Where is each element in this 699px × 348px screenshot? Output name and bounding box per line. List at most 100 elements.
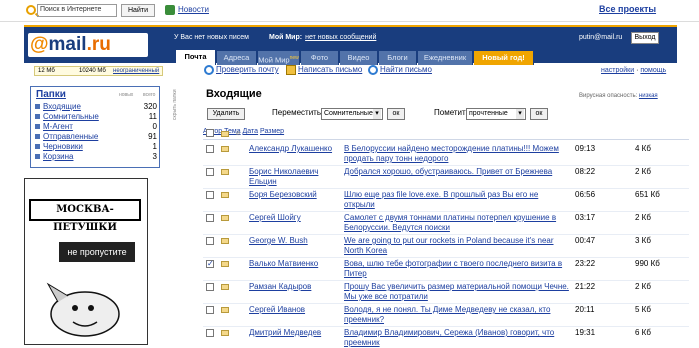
help-link[interactable]: помощь bbox=[640, 67, 666, 74]
row-author[interactable]: George W. Bush bbox=[249, 236, 308, 245]
folder-drafts[interactable]: Черновики 1 bbox=[35, 142, 159, 152]
row-divider bbox=[203, 280, 689, 281]
quota-link[interactable]: неограниченный bbox=[113, 67, 159, 75]
tab-blogs[interactable]: Блоги bbox=[379, 51, 417, 65]
row-size: 2 Кб bbox=[635, 282, 651, 291]
envelope-icon bbox=[221, 238, 229, 244]
row-divider bbox=[203, 165, 689, 166]
tab-photo[interactable]: Фото bbox=[301, 51, 339, 65]
row-subject[interactable]: We are going to put our rockets in Polan… bbox=[344, 236, 569, 256]
row-checkbox[interactable] bbox=[206, 237, 214, 245]
col-new: новых bbox=[119, 92, 134, 98]
find-mail[interactable]: Найти письмо bbox=[368, 65, 432, 75]
row-size: 5 Кб bbox=[635, 305, 651, 314]
compose-mail[interactable]: Написать письмо bbox=[286, 65, 362, 75]
folder-inbox[interactable]: Входящие 320 bbox=[35, 102, 159, 112]
folders-title[interactable]: Папки bbox=[36, 89, 66, 100]
settings-link[interactable]: настройки bbox=[601, 67, 634, 74]
row-author[interactable]: Сергей Иванов bbox=[249, 305, 305, 314]
folder-spam[interactable]: Сомнительные 11 bbox=[35, 112, 159, 122]
row-subject[interactable]: Володя, я не понял. Ты Диме Медведеву не… bbox=[344, 305, 569, 325]
mymir-link[interactable]: нет новых сообщений bbox=[305, 34, 376, 41]
row-subject[interactable]: В Белоруссии найдено месторождение плати… bbox=[344, 144, 569, 164]
no-new-mail-text: У Вас нет новых писем bbox=[174, 34, 249, 41]
row-author[interactable]: Борис Николаевич Ельцин bbox=[249, 167, 339, 187]
folder-icon bbox=[35, 154, 40, 160]
row-subject[interactable]: Самолет с двумя тоннами платины потерпел… bbox=[344, 213, 569, 233]
mailru-logo[interactable]: @mail.ru bbox=[28, 33, 148, 57]
row-checkbox[interactable] bbox=[206, 168, 214, 176]
folder-icon bbox=[35, 124, 40, 130]
row-author[interactable]: Валько Матвиенко bbox=[249, 259, 318, 268]
tab-mymir[interactable]: Мой Мирnew bbox=[258, 51, 300, 65]
web-search-button[interactable]: Найти bbox=[121, 4, 155, 17]
col-date[interactable]: Дата bbox=[243, 128, 259, 135]
folder-magent[interactable]: М-Агент 0 bbox=[35, 122, 159, 132]
logout-button[interactable]: Выход bbox=[631, 32, 659, 44]
col-size[interactable]: Размер bbox=[260, 128, 284, 135]
row-subject[interactable]: Шлю еще раз file love.exe. В прошлый раз… bbox=[344, 190, 569, 210]
mark-label: Пометить bbox=[434, 108, 470, 117]
envelope-icon bbox=[221, 169, 229, 175]
row-author[interactable]: Дмитрий Медведев bbox=[249, 328, 321, 337]
row-size: 6 Кб bbox=[635, 328, 651, 337]
row-checkbox[interactable] bbox=[206, 306, 214, 314]
web-search-input[interactable]: Поиск в Интернете bbox=[37, 4, 117, 17]
attachment-icon: ⌀ bbox=[236, 130, 241, 137]
envelope-icon bbox=[221, 146, 229, 152]
tab-addresses[interactable]: Адреса bbox=[217, 51, 257, 65]
row-divider bbox=[203, 234, 689, 235]
row-checkbox[interactable] bbox=[206, 214, 214, 222]
tab-video[interactable]: Видео bbox=[340, 51, 378, 65]
envelope-icon bbox=[221, 261, 229, 267]
row-date: 09:13 bbox=[575, 144, 596, 153]
row-checkbox[interactable] bbox=[206, 145, 214, 153]
mail-header: @mail.ru У Вас нет новых писем Мой Мир: н… bbox=[24, 25, 677, 65]
delete-button[interactable]: Удалить bbox=[207, 108, 245, 120]
row-subject[interactable]: Добрался хорошо, обустраиваюсь. Привет о… bbox=[344, 167, 569, 177]
folder-icon bbox=[35, 114, 40, 120]
row-checkbox[interactable] bbox=[206, 191, 214, 199]
ad-cta-button[interactable]: не пропустите bbox=[59, 242, 135, 262]
row-author[interactable]: Рамзан Кадыров bbox=[249, 282, 311, 291]
select-all-checkbox[interactable] bbox=[206, 129, 214, 137]
row-checkbox[interactable] bbox=[206, 259, 214, 268]
tab-new-year[interactable]: Новый год! bbox=[474, 51, 534, 65]
ad-banner[interactable]: МОСКВА-ПЕТУШКИ не пропустите bbox=[24, 178, 148, 345]
all-projects-link[interactable]: Все проекты bbox=[599, 4, 656, 14]
settings-help: настройки · помощь bbox=[601, 67, 667, 74]
virus-level: Вирусная опасность: низкая bbox=[579, 93, 658, 99]
row-size: 2 Кб bbox=[635, 213, 651, 222]
row-divider bbox=[203, 188, 689, 189]
row-author[interactable]: Сергей Шойгу bbox=[249, 213, 301, 222]
row-checkbox[interactable] bbox=[206, 283, 214, 291]
check-mail[interactable]: Проверить почту bbox=[204, 65, 279, 75]
hide-folders-link[interactable]: скрыть папки bbox=[172, 89, 178, 120]
news-link[interactable]: Новости bbox=[178, 5, 209, 14]
tab-mail[interactable]: Почта bbox=[176, 50, 216, 65]
move-folder-select[interactable]: Сомнительные bbox=[321, 108, 383, 120]
row-subject[interactable]: Владимир Владимирович, Сережа (Иванов) г… bbox=[344, 328, 569, 348]
envelope-icon bbox=[221, 192, 229, 198]
row-date: 20:11 bbox=[575, 305, 595, 314]
row-author[interactable]: Боря Березовский bbox=[249, 190, 317, 199]
row-author[interactable]: Александр Лукашенко bbox=[249, 144, 332, 153]
row-subject[interactable]: Прошу Вас увеличить размер материальной … bbox=[344, 282, 569, 302]
mark-select[interactable]: прочтенные bbox=[466, 108, 526, 120]
mailbox-quota: 12 Мб 10240 Мб неограниченный bbox=[34, 66, 163, 76]
row-size: 651 Кб bbox=[635, 190, 660, 199]
row-date: 21:22 bbox=[575, 282, 596, 291]
user-email: putin@mail.ru bbox=[579, 34, 623, 41]
top-bar: Поиск в Интернете Найти Новости Все прое… bbox=[0, 0, 699, 22]
folder-sent[interactable]: Отправленные 91 bbox=[35, 132, 159, 142]
row-subject[interactable]: Вова, шлю тебе фотографии с твоего после… bbox=[344, 259, 569, 279]
virus-level-link[interactable]: низкая bbox=[639, 93, 658, 99]
envelope-icon bbox=[221, 215, 229, 221]
row-checkbox[interactable] bbox=[206, 329, 214, 337]
news-icon bbox=[165, 5, 175, 15]
mark-ok-button[interactable]: ок bbox=[530, 108, 548, 120]
folder-trash[interactable]: Корзина 3 bbox=[35, 152, 159, 162]
row-date: 23:22 bbox=[575, 259, 596, 268]
tab-diary[interactable]: Ежедневник bbox=[418, 51, 473, 65]
move-ok-button[interactable]: ок bbox=[387, 108, 405, 120]
